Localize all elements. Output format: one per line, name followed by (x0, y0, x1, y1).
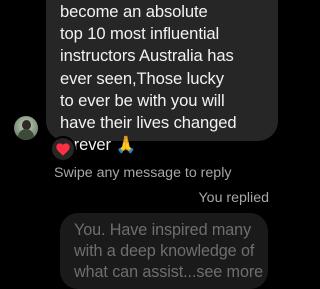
avatar-body (18, 129, 34, 140)
swipe-reply-hint: Swipe any message to reply (54, 165, 232, 181)
sender-avatar[interactable] (14, 116, 38, 140)
incoming-message-text: become an absolute top 10 most influenti… (60, 2, 237, 155)
replied-message-text: You. Have inspired many with a deep know… (74, 221, 264, 281)
replied-message-bubble[interactable]: You. Have inspired many with a deep know… (60, 213, 268, 289)
you-replied-label: You replied (198, 190, 269, 206)
reaction-badge[interactable] (50, 136, 76, 162)
incoming-message-bubble[interactable]: become an absolute top 10 most influenti… (46, 0, 278, 154)
heart-icon (56, 142, 70, 156)
